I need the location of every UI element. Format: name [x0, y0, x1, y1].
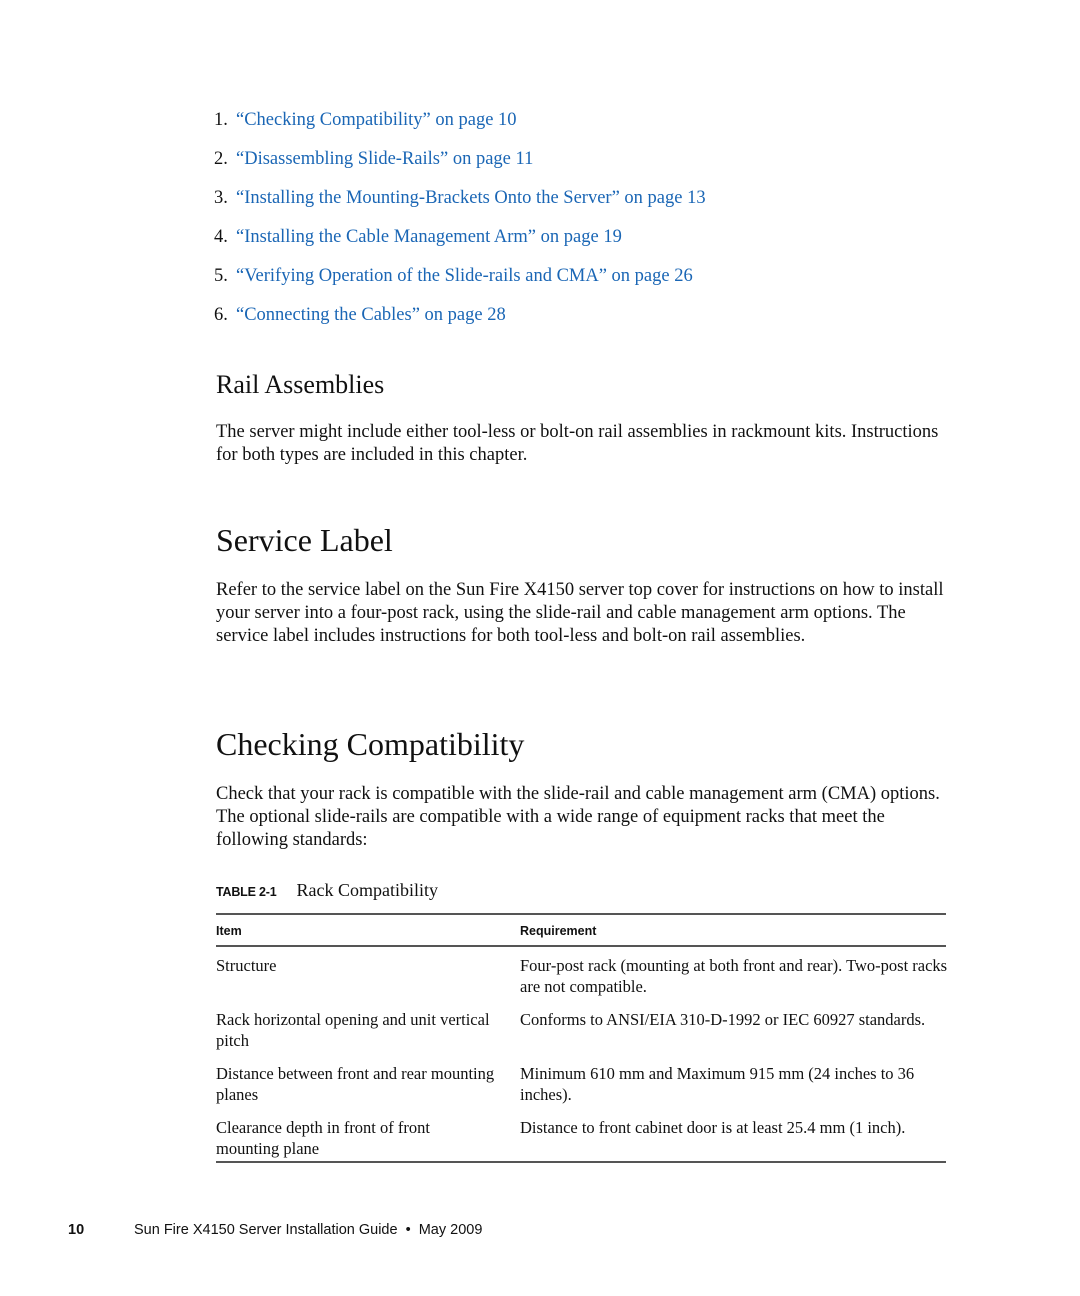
toc-item: 3. “Installing the Mounting-Brackets Onto…	[214, 179, 706, 218]
toc-link-installing-cma[interactable]: “Installing the Cable Management Arm” on…	[236, 227, 622, 247]
toc-number: 2.	[214, 149, 228, 169]
table-cell-requirement: Four-post rack (mounting at both front a…	[520, 956, 948, 996]
table-title: Rack Compatibility	[296, 880, 438, 900]
table-cell-requirement: Conforms to ANSI/EIA 310-D-1992 or IEC 6…	[520, 1010, 926, 1029]
footer-separator: •	[405, 1222, 411, 1238]
table-cell-item: Distance between front and rear mounting…	[216, 1064, 495, 1104]
toc-number: 6.	[214, 305, 228, 325]
toc-number: 3.	[214, 188, 228, 208]
toc-link-installing-mounting-brackets[interactable]: “Installing the Mounting-Brackets Onto t…	[236, 188, 706, 208]
toc-number: 4.	[214, 227, 228, 247]
toc-item: 2. “Disassembling Slide-Rails” on page 11	[214, 140, 706, 179]
service-label-paragraph: Refer to the service label on the Sun Fi…	[216, 580, 944, 646]
toc-number: 5.	[214, 266, 228, 286]
toc-item: 6. “Connecting the Cables” on page 28	[214, 296, 706, 335]
table-label: TABLE 2-1	[216, 885, 277, 899]
toc-link-connecting-cables[interactable]: “Connecting the Cables” on page 28	[236, 305, 506, 325]
service-label-heading: Service Label	[216, 522, 393, 558]
table-header-rule	[216, 945, 946, 947]
toc-item: 1. “Checking Compatibility” on page 10	[214, 101, 706, 140]
toc-link-disassembling-slide-rails[interactable]: “Disassembling Slide-Rails” on page 11	[236, 149, 533, 169]
table-cell-requirement: Minimum 610 mm and Maximum 915 mm (24 in…	[520, 1064, 915, 1104]
checking-compatibility-paragraph: Check that your rack is compatible with …	[216, 784, 940, 850]
table-cell-item: Clearance depth in front of front mounti…	[216, 1118, 430, 1158]
table-header-requirement: Requirement	[520, 924, 597, 938]
table-cell-item: Rack horizontal opening and unit vertica…	[216, 1010, 490, 1050]
checking-compatibility-heading: Checking Compatibility	[216, 726, 525, 762]
table-cell-item: Structure	[216, 956, 277, 975]
toc-item: 5. “Verifying Operation of the Slide-rail…	[214, 257, 706, 296]
table-caption: TABLE 2-1 Rack Compatibility	[216, 880, 438, 901]
related-tasks-list: 1. “Checking Compatibility” on page 10 2.…	[214, 101, 706, 335]
toc-link-verifying-operation[interactable]: “Verifying Operation of the Slide-rails …	[236, 266, 693, 286]
footer-guide-title: Sun Fire X4150 Server Installation Guide	[134, 1222, 398, 1238]
toc-number: 1.	[214, 110, 228, 130]
footer-running-title: Sun Fire X4150 Server Installation Guide…	[134, 1222, 482, 1238]
toc-item: 4. “Installing the Cable Management Arm” …	[214, 218, 706, 257]
table-bottom-rule	[216, 1161, 946, 1163]
table-top-rule	[216, 913, 946, 915]
table-header-item: Item	[216, 924, 242, 938]
footer-date: May 2009	[418, 1222, 483, 1238]
rail-assemblies-paragraph: The server might include either tool-les…	[216, 422, 939, 465]
footer-page-number: 10	[68, 1222, 85, 1238]
toc-link-checking-compatibility[interactable]: “Checking Compatibility” on page 10	[236, 110, 517, 130]
table-cell-requirement: Distance to front cabinet door is at lea…	[520, 1118, 906, 1137]
rail-assemblies-heading: Rail Assemblies	[216, 370, 385, 399]
